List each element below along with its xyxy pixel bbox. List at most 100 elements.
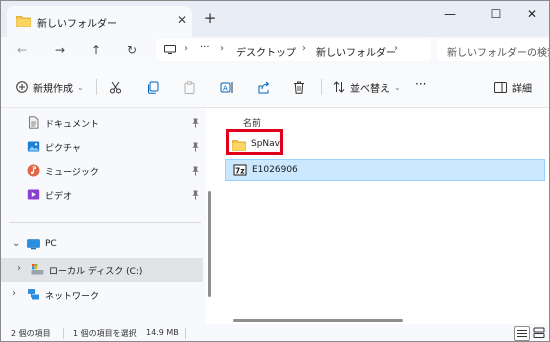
- sidebar-item-music[interactable]: ミュージック: [1, 159, 203, 183]
- pin-icon: [192, 142, 199, 152]
- item-count: 2 個の項目: [11, 329, 51, 338]
- navigation-bar: ← → ↑ ↻ › ··· › デスクトップ › 新しいフォルダー › 新しいフ…: [1, 37, 549, 63]
- selection-size: 14.9 MB: [146, 328, 179, 337]
- sidebar-scrollbar[interactable]: [208, 191, 211, 297]
- svg-text:A: A: [223, 84, 228, 92]
- drive-icon: [31, 264, 44, 275]
- maximize-button[interactable]: ☐: [481, 7, 511, 23]
- details-view-icon: [517, 330, 527, 337]
- chevron-down-icon: ⌄: [394, 82, 401, 92]
- pin-icon: [192, 166, 199, 176]
- forward-button[interactable]: →: [51, 42, 69, 58]
- tab-title: 新しいフォルダー: [37, 19, 117, 30]
- new-tab-button[interactable]: +: [202, 10, 218, 26]
- rename-button[interactable]: A: [220, 79, 234, 95]
- tiles-view-icon: [533, 327, 545, 338]
- search-input[interactable]: 新しいフォルダーの検索: [437, 39, 549, 61]
- videos-icon: [27, 189, 40, 200]
- share-icon: [258, 81, 270, 93]
- breadcrumb-new-folder[interactable]: 新しいフォルダー: [316, 44, 396, 59]
- sidebar-item-label: ビデオ: [45, 192, 73, 202]
- minimize-button[interactable]: —: [435, 7, 465, 23]
- column-header-name[interactable]: 名前: [243, 116, 261, 129]
- pin-icon: [192, 190, 199, 200]
- folder-icon: [16, 16, 31, 27]
- details-pane-button[interactable]: 詳細: [494, 79, 532, 95]
- svg-text:7z: 7z: [235, 166, 245, 175]
- sort-button-label: 並べ替え: [350, 83, 390, 95]
- file-name: E1026906: [252, 165, 298, 175]
- cut-button[interactable]: [109, 79, 122, 95]
- sidebar-item-pc[interactable]: ⌄ PC: [1, 233, 203, 257]
- sidebar-item-label: ローカル ディスク (C:): [49, 267, 143, 277]
- more-options-button[interactable]: ···: [415, 76, 426, 92]
- sidebar-item-pictures[interactable]: ピクチャ: [1, 135, 203, 159]
- chevron-down-icon[interactable]: ⌄: [12, 238, 20, 249]
- navigation-pane: ドキュメント ピクチャ ミュージック ビデオ ⌄ PC › ローカル ディスク …: [1, 108, 206, 324]
- scissors-icon: [110, 81, 121, 93]
- file-explorer-window: 新しいフォルダー ✕ + — ☐ ✕ ← → ↑ ↻ › ··· › デスクトッ…: [0, 0, 550, 342]
- chevron-right-icon: ›: [302, 43, 306, 54]
- toolbar-divider: [96, 79, 97, 95]
- tab-new-folder[interactable]: 新しいフォルダー ✕: [7, 6, 192, 37]
- sidebar-item-label: ピクチャ: [45, 144, 81, 154]
- sort-arrows-icon: [333, 81, 345, 93]
- details-pane-icon: [494, 81, 507, 93]
- rename-icon: A: [220, 81, 233, 93]
- chevron-right-icon[interactable]: ›: [17, 263, 21, 274]
- sidebar-item-network[interactable]: › ネットワーク: [1, 283, 203, 307]
- sidebar-item-local-disk[interactable]: › ローカル ディスク (C:): [1, 258, 203, 282]
- back-button[interactable]: ←: [13, 42, 31, 58]
- sidebar-item-documents[interactable]: ドキュメント: [1, 111, 203, 135]
- content-scrollbar[interactable]: [233, 319, 403, 322]
- refresh-button[interactable]: ↻: [123, 42, 141, 58]
- pin-icon: [192, 118, 199, 128]
- status-divider: [185, 328, 186, 339]
- network-icon: [28, 289, 39, 300]
- sidebar-item-label: PC: [45, 239, 57, 249]
- large-icons-view-button[interactable]: [532, 326, 548, 341]
- new-button[interactable]: 新規作成 ⌄: [16, 79, 84, 95]
- paste-button[interactable]: [183, 79, 196, 95]
- sidebar-item-label: ネットワーク: [45, 292, 100, 302]
- music-icon: [27, 164, 40, 177]
- sidebar-divider: [9, 222, 201, 223]
- copy-icon: [148, 81, 159, 94]
- clipboard-icon: [184, 80, 195, 94]
- status-divider: [63, 328, 64, 339]
- close-window-button[interactable]: ✕: [517, 7, 547, 23]
- tab-bar: 新しいフォルダー ✕ + — ☐ ✕: [1, 1, 549, 37]
- pc-icon: [27, 239, 40, 250]
- close-tab-icon[interactable]: ✕: [175, 13, 189, 27]
- status-bar: 2 個の項目 1 個の項目を選択 14.9 MB: [1, 324, 549, 341]
- details-view-button[interactable]: [514, 326, 530, 341]
- selection-count: 1 個の項目を選択: [73, 329, 137, 338]
- file-row-e1026906[interactable]: 7z E1026906: [225, 159, 545, 181]
- computer-icon: [164, 45, 176, 54]
- pictures-icon: [27, 141, 40, 152]
- toolbar-divider: [321, 79, 322, 95]
- chevron-right-icon: ›: [220, 43, 224, 54]
- chevron-down-icon: ⌄: [77, 82, 84, 92]
- chevron-right-icon: ›: [394, 43, 398, 54]
- new-button-label: 新規作成: [33, 83, 73, 95]
- copy-button[interactable]: [146, 79, 159, 95]
- address-bar[interactable]: › ··· › デスクトップ › 新しいフォルダー ›: [156, 39, 431, 61]
- trash-icon: [294, 81, 304, 94]
- plus-circle-icon: [16, 81, 28, 93]
- chevron-right-icon: ›: [184, 43, 188, 54]
- file-list: 名前 SpNavi 7z E1026906: [213, 108, 549, 324]
- sidebar-item-label: ミュージック: [45, 168, 99, 178]
- highlight-box: [226, 129, 283, 155]
- breadcrumb-desktop[interactable]: デスクトップ: [236, 44, 296, 59]
- more-breadcrumbs-button[interactable]: ···: [200, 42, 210, 53]
- sidebar-item-label: ドキュメント: [45, 120, 100, 130]
- up-button[interactable]: ↑: [87, 42, 105, 58]
- search-placeholder: 新しいフォルダーの検索: [447, 48, 549, 59]
- share-button[interactable]: [257, 79, 270, 95]
- sidebar-item-videos[interactable]: ビデオ: [1, 183, 203, 207]
- details-pane-label: 詳細: [512, 83, 532, 95]
- sort-button[interactable]: 並べ替え ⌄: [333, 79, 401, 95]
- chevron-right-icon[interactable]: ›: [12, 288, 16, 299]
- delete-button[interactable]: [293, 79, 305, 95]
